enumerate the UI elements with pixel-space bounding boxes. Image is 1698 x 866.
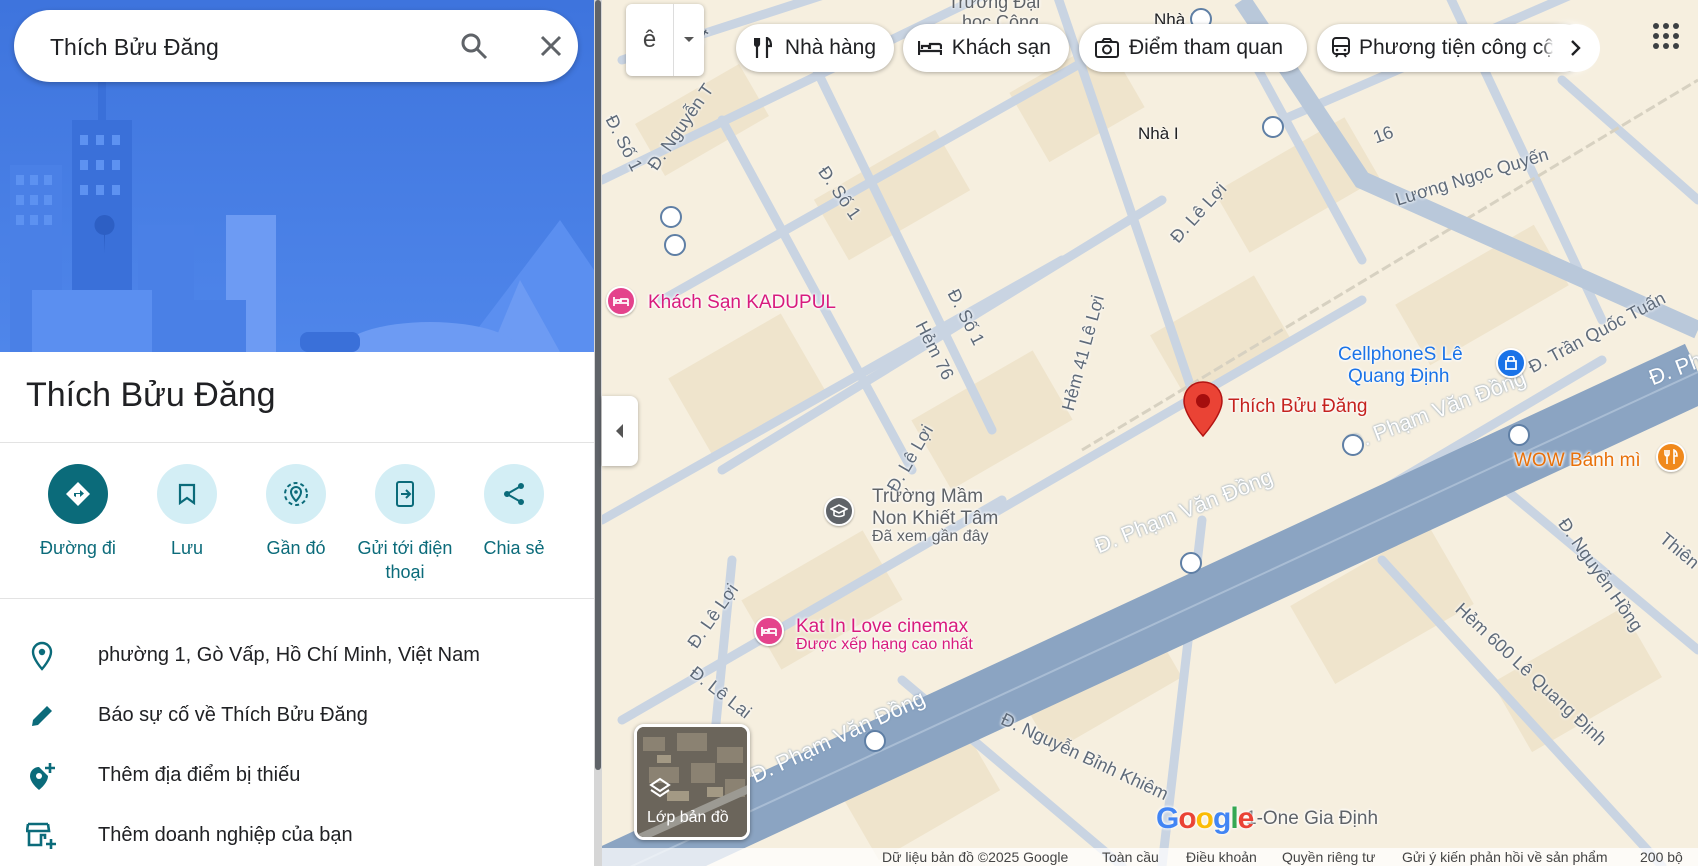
bus-stop-icon[interactable] xyxy=(1180,552,1202,574)
place-title: Thích Bửu Đăng xyxy=(26,376,276,414)
address-text: phường 1, Gò Vấp, Hồ Chí Minh, Việt Nam xyxy=(98,644,480,666)
restaurant-pin-icon[interactable] xyxy=(1656,442,1686,472)
poi-kat-in-love[interactable]: Kat In Love cinemax xyxy=(796,616,968,638)
save-button[interactable]: Lưu xyxy=(132,462,242,560)
chip-label: Khách sạn xyxy=(951,36,1051,59)
address-row[interactable]: phường 1, Gò Vấp, Hồ Chí Minh, Việt Nam xyxy=(0,626,594,682)
panel-scrollbar[interactable] xyxy=(594,0,602,866)
send-to-phone-label: Gửi tới điện thoại xyxy=(357,538,453,582)
poi-truong-mam-line2[interactable]: Non Khiết Tâm xyxy=(872,508,998,530)
apps-grid-icon[interactable] xyxy=(1652,22,1692,62)
share-label: Chia sẻ xyxy=(483,538,545,558)
poi-cellphones-line2[interactable]: Quang Định xyxy=(1348,366,1449,388)
hotel-pin-icon[interactable] xyxy=(606,286,636,316)
transit-icon xyxy=(1331,34,1351,62)
search-box[interactable]: Thích Bửu Đăng xyxy=(14,10,578,82)
send-to-phone-button[interactable]: Gửi tới điện thoại xyxy=(350,462,460,584)
location-pin-icon xyxy=(26,640,58,672)
close-icon[interactable] xyxy=(533,28,569,64)
camera-icon xyxy=(1093,34,1121,62)
chevron-down-icon[interactable] xyxy=(674,4,704,76)
poi-oneone[interactable]: 1-One Gia Định xyxy=(1246,808,1378,830)
directions-button[interactable]: Đường đi xyxy=(23,462,133,560)
footer-data-credit: Dữ liệu bản đồ ©2025 Google xyxy=(882,849,1069,865)
search-icon[interactable] xyxy=(456,28,492,64)
add-business-row[interactable]: Thêm doanh nghiệp của bạn xyxy=(0,806,594,862)
share-button[interactable]: Chia sẻ xyxy=(459,462,569,560)
chip-attractions[interactable]: Điểm tham quan xyxy=(1079,24,1307,72)
footer-feedback-link[interactable]: Gửi ý kiến phản hồi về sản phẩm xyxy=(1402,849,1608,865)
shopping-pin-icon[interactable] xyxy=(1496,348,1526,378)
divider xyxy=(0,598,594,599)
chip-label: Phương tiện công cộng xyxy=(1359,36,1579,59)
chip-hotels[interactable]: Khách sạn xyxy=(903,24,1069,72)
google-logo: Google xyxy=(1156,802,1254,835)
chip-transit[interactable]: Phương tiện công cộng xyxy=(1317,24,1587,72)
bus-stop-icon[interactable] xyxy=(1508,424,1530,446)
poi-thich-buu-dang[interactable]: Thích Bửu Đăng xyxy=(1228,396,1367,418)
restaurant-icon xyxy=(750,34,777,62)
chip-label: Nhà hàng xyxy=(784,36,876,59)
footer-terms-link[interactable]: Điều khoản xyxy=(1186,849,1257,865)
collapse-panel-button[interactable] xyxy=(602,396,638,466)
footer-scale[interactable]: 200 bộ xyxy=(1640,849,1683,865)
directions-label: Đường đi xyxy=(40,538,116,558)
nearby-icon xyxy=(266,464,326,524)
poi-wow[interactable]: WOW Bánh mì xyxy=(1514,450,1641,472)
add-location-icon xyxy=(26,760,58,792)
bus-stop-icon[interactable] xyxy=(864,730,886,752)
poi-cellphones[interactable]: CellphoneS Lê xyxy=(1338,344,1463,366)
add-business-text: Thêm doanh nghiệp của bạn xyxy=(98,824,353,846)
pencil-icon xyxy=(26,700,58,732)
chip-restaurants[interactable]: Nhà hàng xyxy=(736,24,894,72)
footer-global-link[interactable]: Toàn cầu xyxy=(1102,849,1159,865)
save-label: Lưu xyxy=(170,538,204,558)
nearby-button[interactable]: Gần đó xyxy=(241,462,351,560)
report-issue-row[interactable]: Báo sự cố về Thích Bửu Đăng xyxy=(0,686,594,742)
poi-truong-mam[interactable]: Trường Mầm xyxy=(872,486,983,508)
add-missing-place-row[interactable]: Thêm địa điểm bị thiếu xyxy=(0,746,594,802)
bus-stop-icon[interactable] xyxy=(660,206,682,228)
layers-icon xyxy=(649,777,671,798)
map-mode-toggle[interactable]: ê xyxy=(626,4,704,76)
layers-label: Lớp bản đồ xyxy=(647,809,729,826)
chip-label: Điểm tham quan xyxy=(1129,36,1284,59)
map-canvas[interactable]: Đ. Số 1 Đ. Nguyễn T 84 Đ. Số 1 Đ. Số 1 H… xyxy=(602,0,1698,866)
share-icon xyxy=(484,464,544,524)
school-pin-icon[interactable] xyxy=(824,496,854,526)
send-to-phone-icon xyxy=(375,464,435,524)
map-mode-letter[interactable]: ê xyxy=(626,4,674,76)
place-label: Nhà I xyxy=(1138,124,1179,143)
hotel-icon xyxy=(917,34,944,62)
report-issue-text: Báo sự cố về Thích Bửu Đăng xyxy=(98,704,368,726)
footer-privacy-link[interactable]: Quyền riêng tư xyxy=(1282,849,1375,865)
poi-truong-mam-recent: Đã xem gần đây xyxy=(872,528,989,545)
bus-stop-icon[interactable] xyxy=(1342,434,1364,456)
divider xyxy=(0,442,594,443)
scrollbar-thumb[interactable] xyxy=(595,0,601,770)
bus-stop-icon[interactable] xyxy=(1262,116,1284,138)
poi-kat-in-love-rating: Được xếp hạng cao nhất xyxy=(796,636,973,653)
poi-kadupul[interactable]: Khách Sạn KADUPUL xyxy=(648,292,836,314)
nearby-label: Gần đó xyxy=(266,538,326,558)
chevron-right-icon[interactable] xyxy=(1552,24,1600,72)
add-missing-place-text: Thêm địa điểm bị thiếu xyxy=(98,764,301,786)
selected-place-pin-icon[interactable] xyxy=(1182,380,1224,438)
bus-stop-icon[interactable] xyxy=(664,234,686,256)
cinema-pin-icon[interactable] xyxy=(754,616,784,646)
bookmark-icon xyxy=(157,464,217,524)
add-business-icon xyxy=(26,820,58,852)
layers-button[interactable]: Lớp bản đồ xyxy=(634,724,750,840)
map-footer: Dữ liệu bản đồ ©2025 Google Toàn cầu Điề… xyxy=(602,848,1698,866)
place-panel: Thích Bửu Đăng Đường đi Lưu Gần đó Gửi t… xyxy=(0,0,594,866)
directions-icon xyxy=(48,464,108,524)
search-input[interactable]: Thích Bửu Đăng xyxy=(50,34,219,61)
action-bar: Đường đi Lưu Gần đó Gửi tới điện thoại C… xyxy=(0,462,594,592)
